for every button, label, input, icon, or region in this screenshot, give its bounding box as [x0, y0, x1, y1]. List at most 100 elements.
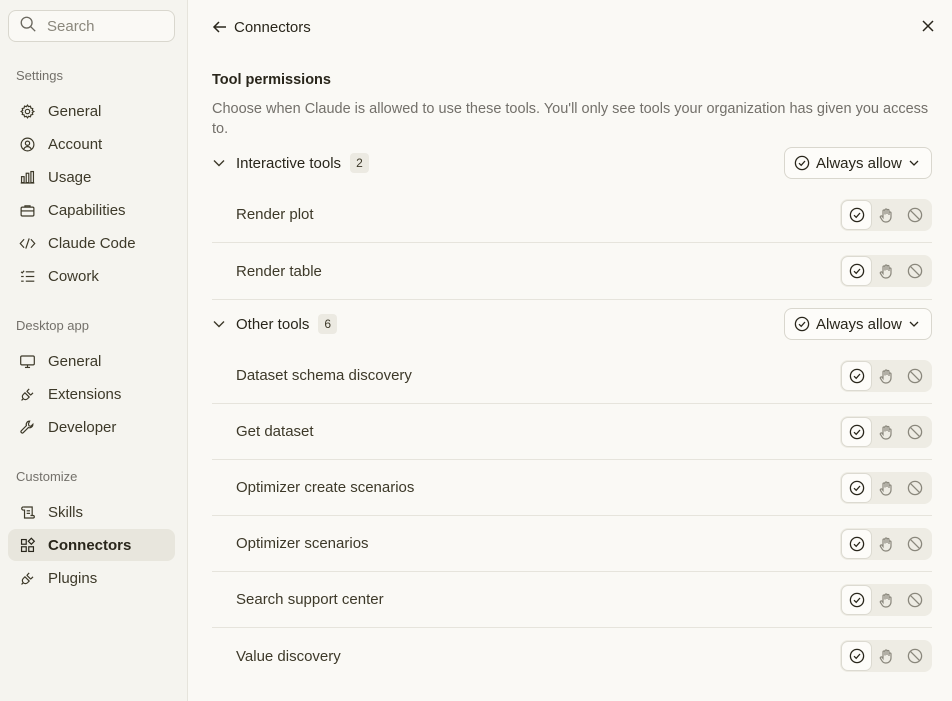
- sidebar-item-developer[interactable]: Developer: [8, 411, 175, 443]
- search-input[interactable]: [47, 17, 167, 35]
- search-icon: [19, 15, 37, 38]
- section-label-desktop-app: Desktop app: [16, 318, 89, 333]
- chevron-down-icon: [909, 160, 919, 166]
- sidebar-item-plugins[interactable]: Plugins: [8, 562, 175, 594]
- block-icon: [907, 207, 922, 223]
- tool-row: Render table: [212, 243, 932, 299]
- check-circle-icon: [794, 155, 810, 171]
- wrench-icon: [18, 418, 36, 436]
- ask-option[interactable]: [871, 586, 900, 614]
- group-policy-dropdown[interactable]: Always allow: [784, 147, 932, 179]
- allow-option[interactable]: [842, 530, 871, 558]
- tool-row: Search support center: [212, 572, 932, 628]
- ask-option[interactable]: [871, 530, 900, 558]
- hand-icon: [879, 481, 892, 496]
- block-icon: [907, 368, 922, 384]
- code-icon: [18, 234, 36, 252]
- block-option[interactable]: [900, 418, 929, 446]
- check-circle-icon: [849, 424, 864, 440]
- sidebar-item-label: Cowork: [48, 267, 99, 285]
- search-box[interactable]: [8, 10, 175, 42]
- sidebar-item-capabilities[interactable]: Capabilities: [8, 194, 175, 226]
- sidebar-item-claude-code[interactable]: Claude Code: [8, 227, 175, 259]
- sidebar-item-account[interactable]: Account: [8, 128, 175, 160]
- ask-option[interactable]: [871, 418, 900, 446]
- allow-option[interactable]: [842, 586, 871, 614]
- sidebar-item-label: Capabilities: [48, 201, 126, 219]
- back-arrow-icon[interactable]: [212, 19, 228, 35]
- ask-option[interactable]: [871, 362, 900, 390]
- sidebar-item-label: Extensions: [48, 385, 122, 403]
- chevron-down-icon[interactable]: [212, 317, 226, 331]
- allow-option[interactable]: [842, 362, 871, 390]
- hand-icon: [879, 537, 892, 552]
- sidebar-item-connectors[interactable]: Connectors: [8, 529, 175, 561]
- check-circle-icon: [849, 263, 864, 279]
- monitor-icon: [18, 352, 36, 370]
- chevron-down-icon[interactable]: [212, 156, 226, 170]
- sidebar-item-label: Developer: [48, 418, 117, 436]
- block-option[interactable]: [900, 257, 929, 285]
- check-circle-icon: [849, 207, 864, 223]
- sidebar-item-label: Skills: [48, 503, 84, 521]
- allow-option[interactable]: [842, 642, 871, 670]
- allow-option[interactable]: [842, 418, 871, 446]
- bar-chart-icon: [18, 168, 36, 186]
- plug-icon: [18, 569, 36, 587]
- check-circle-icon: [849, 592, 864, 608]
- check-circle-icon: [794, 316, 810, 332]
- policy-label: Always allow: [816, 154, 902, 172]
- group-count-badge: 2: [350, 153, 369, 173]
- allow-option[interactable]: [842, 257, 871, 285]
- sidebar-item-usage[interactable]: Usage: [8, 161, 175, 193]
- tool-row: Optimizer create scenarios: [212, 460, 932, 516]
- hand-icon: [879, 649, 892, 664]
- permission-toggle: [840, 472, 932, 504]
- permission-toggle: [840, 416, 932, 448]
- tool-name: Get dataset: [236, 423, 314, 440]
- allow-option[interactable]: [842, 201, 871, 229]
- group-policy-dropdown[interactable]: Always allow: [784, 308, 932, 340]
- section-label-customize: Customize: [16, 469, 78, 484]
- sidebar-item-skills[interactable]: Skills: [8, 496, 175, 528]
- sidebar-item-extensions[interactable]: Extensions: [8, 378, 175, 410]
- sidebar-item-label: Connectors: [48, 536, 132, 554]
- block-option[interactable]: [900, 362, 929, 390]
- briefcase-icon: [18, 201, 36, 219]
- ask-option[interactable]: [871, 201, 900, 229]
- user-circle-icon: [18, 135, 36, 153]
- tool-row: Render plot: [212, 187, 932, 243]
- ask-option[interactable]: [871, 474, 900, 502]
- ask-option[interactable]: [871, 257, 900, 285]
- tool-name: Search support center: [236, 591, 384, 608]
- block-option[interactable]: [900, 586, 929, 614]
- block-option[interactable]: [900, 530, 929, 558]
- sidebar-item-desktop-general[interactable]: General: [8, 345, 175, 377]
- plug-icon: [18, 385, 36, 403]
- section-label-settings: Settings: [16, 68, 63, 83]
- sidebar-item-cowork[interactable]: Cowork: [8, 260, 175, 292]
- permission-toggle: [840, 584, 932, 616]
- block-option[interactable]: [900, 642, 929, 670]
- close-icon[interactable]: [920, 18, 936, 34]
- chevron-down-icon: [909, 321, 919, 327]
- block-icon: [907, 263, 922, 279]
- permission-toggle: [840, 360, 932, 392]
- block-icon: [907, 480, 922, 496]
- ask-option[interactable]: [871, 642, 900, 670]
- hand-icon: [879, 425, 892, 440]
- hand-icon: [879, 208, 892, 223]
- allow-option[interactable]: [842, 474, 871, 502]
- block-option[interactable]: [900, 474, 929, 502]
- tool-name: Optimizer scenarios: [236, 535, 369, 552]
- permission-toggle: [840, 640, 932, 672]
- sidebar-item-label: General: [48, 102, 102, 120]
- scroll-icon: [18, 503, 36, 521]
- sidebar-item-label: Usage: [48, 168, 92, 186]
- block-option[interactable]: [900, 201, 929, 229]
- block-icon: [907, 424, 922, 440]
- permission-toggle: [840, 528, 932, 560]
- tool-row: Get dataset: [212, 404, 932, 460]
- sidebar-item-general[interactable]: General: [8, 95, 175, 127]
- tool-name: Value discovery: [236, 647, 341, 665]
